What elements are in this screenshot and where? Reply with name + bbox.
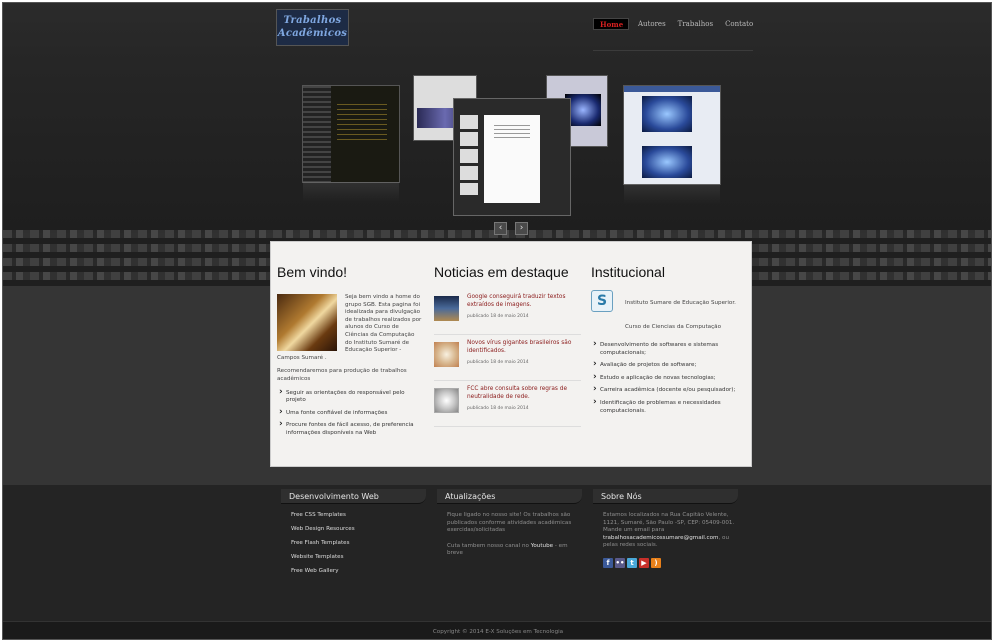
institucional-title: Institucional <box>591 264 665 280</box>
rss-icon[interactable]: ) <box>651 557 661 568</box>
welcome-title: Bem vindo! <box>277 264 348 280</box>
header: Trabalhos Acadêmicos Home Autores Trabal… <box>3 3 991 233</box>
thumb-reflection <box>303 182 399 202</box>
gallery-prev-button[interactable]: ‹ <box>494 222 507 235</box>
logo-line-1: Trabalhos <box>283 15 342 26</box>
nav-trabalhos[interactable]: Trabalhos <box>672 18 719 30</box>
institucional-list: Desenvolvimento de softwares e sistemas … <box>591 341 736 420</box>
footer-link[interactable]: Website Templates <box>291 554 426 561</box>
news-date: publicado 18 de maio 2014 <box>467 360 529 365</box>
copyright: Copyright © 2014 E-X Soluções em Tecnolo… <box>3 621 991 639</box>
gallery-thumb-center[interactable] <box>453 98 571 216</box>
list-item: Avaliação de projetos de software; <box>591 361 736 370</box>
gallery-thumb-4[interactable] <box>623 85 721 204</box>
youtube-prefix: Cuta tambem nosso canal no <box>447 542 531 549</box>
footer-link[interactable]: Free Web Gallery <box>291 568 426 575</box>
footer-about-column: Sobre Nós Estamos localizados na Rua Cap… <box>593 489 738 568</box>
flickr-icon[interactable]: •• <box>615 557 625 568</box>
content-panel: Bem vindo! Seja bem vindo a home do grup… <box>270 241 752 467</box>
youtube-link[interactable]: Youtube <box>531 543 553 549</box>
chevron-left-icon: ‹ <box>498 223 503 233</box>
institute-name: Instituto Sumare de Educação Superior. <box>625 300 736 306</box>
site-logo[interactable]: Trabalhos Acadêmicos <box>276 9 349 46</box>
nav-divider <box>593 50 753 51</box>
main-nav: Home Autores Trabalhos Contato <box>593 18 759 30</box>
list-item: Seguir as orientações do responsável pel… <box>277 389 422 405</box>
footer-link[interactable]: Web Design Resources <box>291 526 426 533</box>
news-item: FCC abre consulta sobre regras de neutra… <box>434 386 581 427</box>
gallery-next-button[interactable]: › <box>515 222 528 235</box>
list-item: Desenvolvimento de softwares e sistemas … <box>591 341 736 357</box>
email-link[interactable]: trabalhosacademicossumare@gmail.com <box>603 535 718 541</box>
about-text: Estamos localizados na Rua Capitão Velen… <box>603 512 735 534</box>
footer-about-text: Estamos localizados na Rua Capitão Velen… <box>593 512 738 550</box>
thumb-picture <box>642 96 692 132</box>
thumb-text-lines <box>337 104 387 144</box>
thumb-topbar <box>624 86 720 92</box>
welcome-column: Bem vindo! Seja bem vindo a home do grup… <box>277 264 422 443</box>
nav-home[interactable]: Home <box>593 18 629 30</box>
news-thumbnail[interactable] <box>434 296 459 321</box>
thumb-pages <box>460 115 478 195</box>
thumb-document <box>484 115 540 203</box>
institucional-column: Institucional S Instituto Sumare de Educ… <box>591 264 736 414</box>
gallery-thumb-1[interactable] <box>302 85 400 202</box>
news-thumbnail[interactable] <box>434 342 459 367</box>
thumb-sidebar <box>303 86 331 182</box>
nav-autores[interactable]: Autores <box>632 18 672 30</box>
news-item: Google conseguirá traduzir textos extraí… <box>434 294 581 335</box>
facebook-icon[interactable]: f <box>603 557 613 568</box>
footer-link[interactable]: Free CSS Templates <box>291 512 426 519</box>
footer: Desenvolvimento Web Free CSS Templates W… <box>3 485 991 621</box>
youtube-icon[interactable]: ▶ <box>639 557 649 568</box>
list-item: Procure fontes de fácil acesso, de prefe… <box>277 421 422 437</box>
books-image <box>277 294 337 351</box>
footer-updates-text: Fique ligado no nosso site! Os trabalhos… <box>437 512 582 558</box>
news-link[interactable]: Google conseguirá traduzir textos extraí… <box>467 294 577 309</box>
list-item: Estudo e aplicação de novas tecnologias; <box>591 374 736 383</box>
news-link[interactable]: Novos vírus gigantes brasileiros são ide… <box>467 340 577 355</box>
news-date: publicado 18 de maio 2014 <box>467 314 529 319</box>
twitter-icon[interactable]: t <box>627 557 637 568</box>
footer-dev-column: Desenvolvimento Web Free CSS Templates W… <box>281 489 426 582</box>
footer-about-title: Sobre Nós <box>593 489 738 504</box>
about-paragraph: Estamos localizados na Rua Capitão Velen… <box>603 512 738 550</box>
news-link[interactable]: FCC abre consulta sobre regras de neutra… <box>467 386 577 401</box>
thumb-picture-2 <box>642 146 692 178</box>
news-thumbnail[interactable] <box>434 388 459 413</box>
list-item: Uma fonte confiável de informações <box>277 409 422 418</box>
thumb-reflection <box>624 184 720 204</box>
updates-paragraph: Fique ligado no nosso site! Os trabalhos… <box>447 512 572 534</box>
news-date: publicado 18 de maio 2014 <box>467 406 529 411</box>
course-name: Curso de Ciencias da Computação <box>625 324 722 330</box>
welcome-list: Seguir as orientações do responsável pel… <box>277 389 422 438</box>
social-links: f •• t ▶ ) <box>593 557 738 568</box>
nav-contato[interactable]: Contato <box>719 18 759 30</box>
logo-line-2: Acadêmicos <box>277 28 348 39</box>
news-title: Noticias em destaque <box>434 264 569 280</box>
footer-updates-column: Atualizações Fique ligado no nosso site!… <box>437 489 582 566</box>
list-item: Identificação de problemas e necessidade… <box>591 399 736 415</box>
news-column: Noticias em destaque Google conseguirá t… <box>434 264 581 432</box>
news-item: Novos vírus gigantes brasileiros são ide… <box>434 340 581 381</box>
footer-dev-links: Free CSS Templates Web Design Resources … <box>281 512 426 575</box>
chevron-right-icon: › <box>519 223 524 233</box>
institute-logo: S <box>591 290 613 312</box>
page-frame: Trabalhos Acadêmicos Home Autores Trabal… <box>2 2 992 640</box>
footer-link[interactable]: Free Flash Templates <box>291 540 426 547</box>
footer-updates-title: Atualizações <box>437 489 582 504</box>
recommend-text: Recomendaremos para produção de trabalho… <box>277 368 407 382</box>
list-item: Carreira acadêmica (docente e/ou pesquis… <box>591 386 736 395</box>
footer-dev-title: Desenvolvimento Web <box>281 489 426 504</box>
youtube-paragraph: Cuta tambem nosso canal no Youtube - em … <box>447 543 582 558</box>
